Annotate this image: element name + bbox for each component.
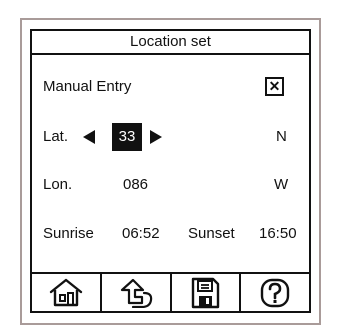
latitude-decrease-arrow[interactable] [83,130,95,144]
help-icon [260,278,290,307]
manual-entry-checkbox[interactable]: ✕ [265,77,284,96]
help-button[interactable] [241,274,309,311]
sunset-time: 16:50 [259,225,297,242]
bottom-toolbar [32,272,309,311]
sunset-label: Sunset [188,225,235,242]
longitude-value[interactable]: 086 [123,175,148,195]
device-frame: Location set Manual Entry ✕ Lat. 33 N Lo… [20,18,321,325]
manual-entry-label: Manual Entry [43,78,132,95]
latitude-hemisphere: N [276,128,287,145]
home-icon [49,278,83,306]
lcd-screen: Location set Manual Entry ✕ Lat. 33 N Lo… [30,29,311,313]
home-button[interactable] [32,274,102,311]
latitude-label: Lat. [43,128,69,145]
latitude-value[interactable]: 33 [112,123,142,151]
sunrise-label: Sunrise [43,225,94,242]
back-button[interactable] [102,274,172,311]
save-icon [192,277,220,308]
screen-title: Location set [32,31,309,55]
sunrise-time: 06:52 [122,225,160,242]
longitude-hemisphere: W [274,176,289,193]
longitude-label: Lon. [43,176,73,193]
latitude-increase-arrow[interactable] [150,130,162,144]
save-button[interactable] [172,274,242,311]
back-icon [120,278,152,308]
